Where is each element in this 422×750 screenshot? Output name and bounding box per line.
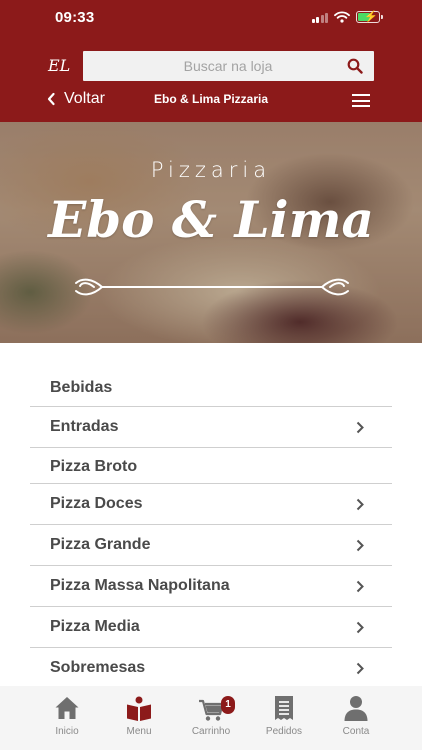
nav-label: Menu	[126, 726, 152, 737]
category-item-bebidas[interactable]: Bebidas	[30, 368, 392, 407]
search-icon[interactable]	[347, 58, 363, 74]
nav-label: Carrinho	[191, 726, 231, 737]
nav-item-conta[interactable]: Conta	[321, 694, 391, 737]
nav-label: Conta	[342, 726, 370, 737]
banner-pretitle: Pizzaria	[150, 158, 272, 182]
header: 09:33 ⚡ EL Buscar na loja Voltar Ebo & L…	[0, 0, 422, 122]
status-time: 09:33	[55, 9, 95, 26]
chevron-right-icon	[356, 539, 364, 552]
category-item-pizza-grande[interactable]: Pizza Grande	[30, 525, 392, 566]
chevron-right-icon	[356, 498, 364, 511]
category-item-sobremesas[interactable]: Sobremesas	[30, 648, 392, 688]
nav-label: Pedidos	[265, 726, 303, 737]
category-list: Bebidas Entradas Pizza Broto Pizza Doces…	[30, 368, 392, 688]
category-item-pizza-broto[interactable]: Pizza Broto	[30, 448, 392, 484]
category-label: Pizza Broto	[50, 458, 138, 475]
signal-icon	[311, 12, 328, 23]
store-banner: Pizzaria Ebo & Lima	[0, 122, 422, 343]
category-label: Bebidas	[50, 379, 113, 396]
wifi-icon	[334, 11, 350, 23]
category-item-pizza-massa-napolitana[interactable]: Pizza Massa Napolitana	[30, 566, 392, 607]
category-item-entradas[interactable]: Entradas	[30, 407, 392, 448]
chevron-right-icon	[356, 580, 364, 593]
nav-item-inicio[interactable]: Inicio	[32, 694, 102, 737]
cart-count-badge: 1	[221, 696, 235, 714]
category-label: Pizza Massa Napolitana	[50, 577, 230, 594]
category-label: Pizza Doces	[50, 495, 143, 512]
battery-icon: ⚡	[356, 11, 383, 23]
category-label: Sobremesas	[50, 659, 146, 676]
category-item-pizza-doces[interactable]: Pizza Doces	[30, 484, 392, 525]
user-icon	[344, 696, 368, 721]
store-logo: EL	[48, 56, 71, 75]
search-input[interactable]	[83, 51, 343, 81]
category-label: Entradas	[50, 418, 119, 435]
app-screen: 09:33 ⚡ EL Buscar na loja Voltar Ebo & L…	[0, 0, 422, 750]
status-icons: ⚡	[311, 11, 383, 23]
category-label: Pizza Media	[50, 618, 140, 635]
book-icon	[127, 696, 151, 721]
chevron-right-icon	[356, 662, 364, 675]
chevron-right-icon	[356, 421, 364, 434]
status-bar: 09:33 ⚡	[0, 0, 422, 36]
category-item-pizza-media[interactable]: Pizza Media	[30, 607, 392, 648]
nav-item-pedidos[interactable]: Pedidos	[249, 694, 319, 737]
hamburger-menu-icon[interactable]	[352, 94, 370, 107]
home-icon	[55, 697, 79, 719]
nav-item-menu[interactable]: Menu	[104, 694, 174, 737]
receipt-icon	[275, 696, 293, 720]
category-label: Pizza Grande	[50, 536, 151, 553]
nav-label: Inicio	[55, 726, 79, 737]
ornament-divider-icon	[75, 278, 349, 296]
banner-store-name: Ebo & Lima	[48, 190, 374, 249]
chevron-right-icon	[356, 621, 364, 634]
nav-item-carrinho[interactable]: 1 Carrinho	[176, 694, 246, 737]
search-bar	[83, 51, 374, 81]
bottom-nav: Inicio Menu 1 Carrinho Pedidos Conta	[0, 686, 422, 750]
